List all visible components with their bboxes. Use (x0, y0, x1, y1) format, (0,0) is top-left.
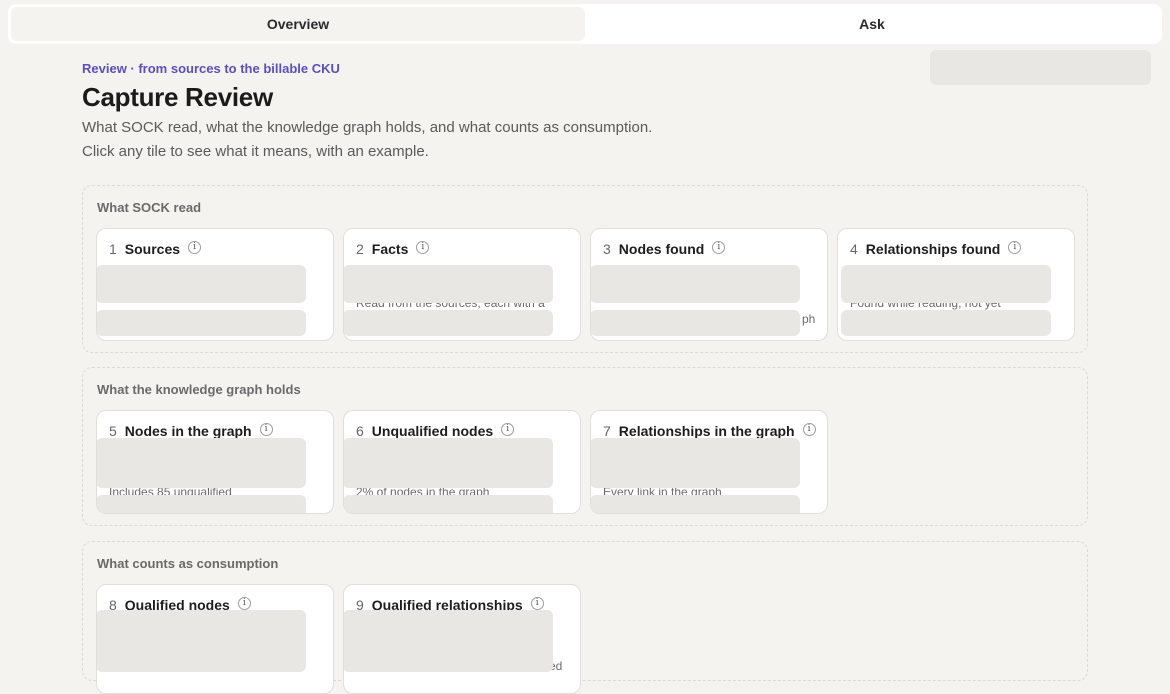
info-icon[interactable]: i (1008, 240, 1022, 254)
value-placeholder (97, 610, 306, 672)
view-tabs: Overview Ask (8, 4, 1162, 44)
info-icon[interactable]: i (802, 422, 816, 436)
tile-qualified-nodes[interactable]: 8 Qualified nodes i (96, 584, 334, 694)
tab-overview[interactable]: Overview (11, 7, 585, 41)
tile-title: Sources (124, 241, 181, 257)
value-placeholder (97, 438, 306, 488)
info-icon[interactable]: i (530, 596, 544, 610)
desc-placeholder (97, 310, 306, 336)
desc-placeholder (591, 310, 800, 336)
tile-unqualified-nodes[interactable]: 6 Unqualified nodes i 2% of nodes in the… (343, 410, 581, 514)
info-icon[interactable]: i (416, 240, 430, 254)
tile-relationships-in-graph[interactable]: 7 Relationships in the graph i Every lin… (590, 410, 828, 514)
section-what-sock-read: What SOCK read 1 Sources i 2 Facts i Rea… (82, 185, 1088, 353)
tile-header: 2 Facts i (356, 240, 430, 257)
page-kicker: Review · from sources to the billable CK… (82, 61, 340, 76)
value-placeholder (344, 265, 553, 303)
tile-facts[interactable]: 2 Facts i Read from the sources, each wi… (343, 228, 581, 341)
desc-placeholder (97, 495, 306, 513)
desc-placeholder (344, 310, 553, 336)
tile-title: Nodes found (618, 241, 705, 257)
value-placeholder (97, 265, 306, 303)
tile-description-fragment: ph (802, 312, 816, 326)
tile-title: Relationships in the graph (618, 423, 795, 439)
value-placeholder (841, 265, 1051, 303)
tile-title: Facts (371, 241, 409, 257)
tile-header: 5 Nodes in the graph i (109, 422, 273, 439)
desc-placeholder (841, 310, 1051, 336)
desc-placeholder (344, 495, 553, 513)
tile-sources[interactable]: 1 Sources i (96, 228, 334, 341)
tile-header: 4 Relationships found i (850, 240, 1022, 257)
section-label: What counts as consumption (97, 556, 279, 571)
page-title: Capture Review (82, 82, 273, 112)
tile-relationships-found[interactable]: 4 Relationships found i Found while read… (837, 228, 1075, 341)
info-icon[interactable]: i (188, 240, 202, 254)
tile-number: 3 (603, 241, 611, 257)
section-consumption: What counts as consumption 8 Qualified n… (82, 541, 1088, 694)
info-icon[interactable]: i (712, 240, 726, 254)
info-icon[interactable]: i (501, 422, 515, 436)
tile-number: 7 (603, 423, 611, 439)
tile-title: Unqualified nodes (371, 423, 494, 439)
tile-title: Relationships found (865, 241, 1001, 257)
tab-ask[interactable]: Ask (585, 7, 1159, 41)
section-knowledge-graph: What the knowledge graph holds 5 Nodes i… (82, 367, 1088, 526)
page-description-line1: What SOCK read, what the knowledge graph… (82, 119, 653, 136)
tile-header: 7 Relationships in the graph i (603, 422, 816, 439)
tile-number: 4 (850, 241, 858, 257)
page-description-line2: Click any tile to see what it means, wit… (82, 143, 429, 160)
tile-nodes-in-graph[interactable]: 5 Nodes in the graph i Includes 85 unqua… (96, 410, 334, 514)
tile-number: 1 (109, 241, 117, 257)
tile-header: 6 Unqualified nodes i (356, 422, 515, 439)
tile-qualified-relationships[interactable]: 9 Qualified relationships i ed (343, 584, 581, 694)
tile-header: 1 Sources i (109, 240, 202, 257)
info-icon[interactable]: i (259, 422, 273, 436)
tile-number: 5 (109, 423, 117, 439)
tile-header: 3 Nodes found i (603, 240, 726, 257)
value-placeholder (591, 265, 800, 303)
info-icon[interactable]: i (237, 596, 251, 610)
value-placeholder (591, 438, 800, 488)
tile-title: Nodes in the graph (124, 423, 252, 439)
tile-number: 6 (356, 423, 364, 439)
header-action-placeholder (930, 50, 1151, 85)
tile-number: 2 (356, 241, 364, 257)
value-placeholder (344, 610, 553, 672)
section-label: What SOCK read (97, 200, 202, 215)
section-label: What the knowledge graph holds (97, 382, 301, 397)
value-placeholder (344, 438, 553, 488)
desc-placeholder (591, 495, 800, 513)
tile-nodes-found[interactable]: 3 Nodes found i ph (590, 228, 828, 341)
